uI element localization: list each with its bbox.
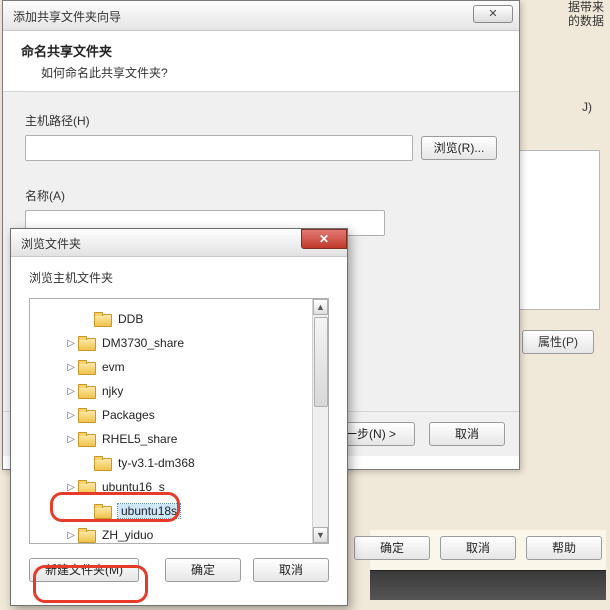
name-label: 名称(A)	[25, 187, 497, 204]
browse-button[interactable]: 浏览(R)...	[421, 136, 497, 160]
background-text: 据带来 的数据	[568, 0, 604, 28]
tree-item-label: RHEL5_share	[102, 432, 177, 446]
browse-close-button[interactable]: ✕	[301, 229, 347, 249]
scroll-down-button[interactable]: ▼	[313, 527, 328, 543]
browse-title: 浏览文件夹	[11, 229, 347, 258]
tree-item-label: ubuntu16_s	[102, 480, 165, 494]
folder-icon	[78, 360, 96, 374]
bg-text-line: 的数据	[568, 14, 604, 28]
folder-icon	[94, 312, 112, 326]
new-folder-button[interactable]: 新建文件夹(M)	[29, 558, 139, 582]
tree-item[interactable]: ▷ DM3730_share	[30, 331, 328, 355]
tree-item-label: ZH_yiduo	[102, 528, 153, 542]
host-path-label: 主机路径(H)	[25, 112, 497, 129]
tree-item[interactable]: DDB	[30, 307, 328, 331]
tree-item[interactable]: ty-v3.1-dm368	[30, 451, 328, 475]
tree-item[interactable]: ▷ Packages	[30, 403, 328, 427]
folder-tree[interactable]: DDB ▷ DM3730_share ▷ evm ▷ njky ▷ Packages ▷ RHEL5…	[30, 299, 328, 544]
tree-item[interactable]: ubuntu18s	[30, 499, 328, 523]
tree-item-label: ubuntu18s	[118, 504, 180, 518]
expander-icon[interactable]: ▷	[64, 338, 78, 349]
expander-icon[interactable]: ▷	[64, 362, 78, 373]
tree-item-label: njky	[102, 384, 123, 398]
bg-text-line: J)	[582, 100, 592, 114]
browse-ok-button[interactable]: 确定	[165, 558, 241, 582]
wizard-header: 命名共享文件夹 如何命名此共享文件夹?	[3, 31, 519, 92]
browse-titlebar: 浏览文件夹 ✕	[11, 229, 347, 257]
tree-item-label: DDB	[118, 312, 143, 326]
wizard-title: 添加共享文件夹向导	[3, 1, 519, 32]
tree-scrollbar[interactable]: ▲ ▼	[312, 299, 328, 543]
scroll-thumb[interactable]	[314, 317, 328, 407]
right-panel	[510, 150, 600, 310]
bottom-cancel-button[interactable]: 取消	[440, 536, 516, 560]
folder-icon	[78, 336, 96, 350]
tree-item[interactable]: ▷ ubuntu16_s	[30, 475, 328, 499]
folder-tree-container: DDB ▷ DM3730_share ▷ evm ▷ njky ▷ Packages ▷ RHEL5…	[29, 298, 329, 544]
scroll-up-button[interactable]: ▲	[313, 299, 328, 315]
bottom-bar-dark	[370, 570, 606, 600]
browse-footer: 新建文件夹(M) 确定 取消	[11, 544, 347, 596]
tree-item[interactable]: ▷ evm	[30, 355, 328, 379]
expander-icon[interactable]: ▷	[64, 410, 78, 421]
tree-item-label: Packages	[102, 408, 155, 422]
expander-icon[interactable]: ▷	[64, 530, 78, 541]
bottom-button-row: 确定 取消 帮助	[354, 536, 602, 560]
bottom-ok-button[interactable]: 确定	[354, 536, 430, 560]
tree-item-label: evm	[102, 360, 125, 374]
wizard-subheading: 如何命名此共享文件夹?	[41, 64, 501, 81]
tree-item[interactable]: ▷ ZH_yiduo	[30, 523, 328, 544]
expander-icon[interactable]: ▷	[64, 386, 78, 397]
wizard-titlebar: 添加共享文件夹向导 ✕	[3, 1, 519, 31]
wizard-close-button[interactable]: ✕	[473, 5, 513, 23]
expander-icon[interactable]: ▷	[64, 434, 78, 445]
folder-icon	[78, 408, 96, 422]
folder-icon	[94, 456, 112, 470]
properties-button[interactable]: 属性(P)	[522, 330, 594, 354]
folder-icon	[78, 480, 96, 494]
tree-item[interactable]: ▷ njky	[30, 379, 328, 403]
bottom-help-button[interactable]: 帮助	[526, 536, 602, 560]
tree-item[interactable]: ▷ RHEL5_share	[30, 427, 328, 451]
folder-icon	[78, 528, 96, 542]
host-path-row: 浏览(R)...	[25, 135, 497, 161]
host-path-input[interactable]	[25, 135, 413, 161]
tree-item-label: DM3730_share	[102, 336, 184, 350]
wizard-cancel-button[interactable]: 取消	[429, 422, 505, 446]
bg-text-line: 据带来	[568, 0, 604, 14]
browse-subtitle: 浏览主机文件夹	[11, 257, 347, 298]
expander-icon[interactable]: ▷	[64, 482, 78, 493]
folder-icon	[94, 504, 112, 518]
tree-item-label: ty-v3.1-dm368	[118, 456, 195, 470]
folder-icon	[78, 432, 96, 446]
browse-cancel-button[interactable]: 取消	[253, 558, 329, 582]
browse-folder-dialog: 浏览文件夹 ✕ 浏览主机文件夹 DDB ▷ DM3730_share ▷ evm ▷ njk…	[10, 228, 348, 606]
folder-icon	[78, 384, 96, 398]
wizard-heading: 命名共享文件夹	[21, 41, 501, 60]
